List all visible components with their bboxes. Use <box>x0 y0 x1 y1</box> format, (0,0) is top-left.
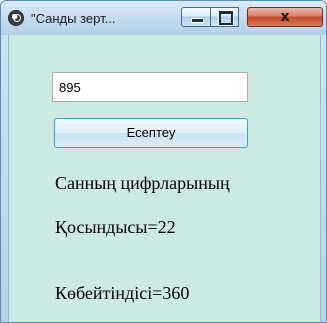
close-button[interactable]: x <box>247 7 323 27</box>
window-title: "Санды зерт... <box>31 11 116 26</box>
calculate-button[interactable]: Есептеу <box>54 118 248 148</box>
maximize-icon <box>219 11 233 25</box>
close-icon: x <box>280 9 290 25</box>
app-icon[interactable] <box>8 10 24 26</box>
product-label: Көбейтіндісі=360 <box>55 283 190 303</box>
sum-label: Қосындысы=22 <box>55 217 176 237</box>
minimize-icon <box>191 18 204 23</box>
app-window: "Санды зерт... x Есептеу Санның цифрлары… <box>0 0 327 323</box>
number-input[interactable] <box>52 72 248 102</box>
digits-heading-label: Санның цифрларының <box>55 173 230 193</box>
maximize-button[interactable] <box>210 7 239 27</box>
title-bar[interactable]: "Санды зерт... x <box>1 1 326 35</box>
form-client-area: Есептеу Санның цифрларының Қосындысы=22 … <box>8 35 321 322</box>
minimize-button[interactable] <box>181 7 211 27</box>
